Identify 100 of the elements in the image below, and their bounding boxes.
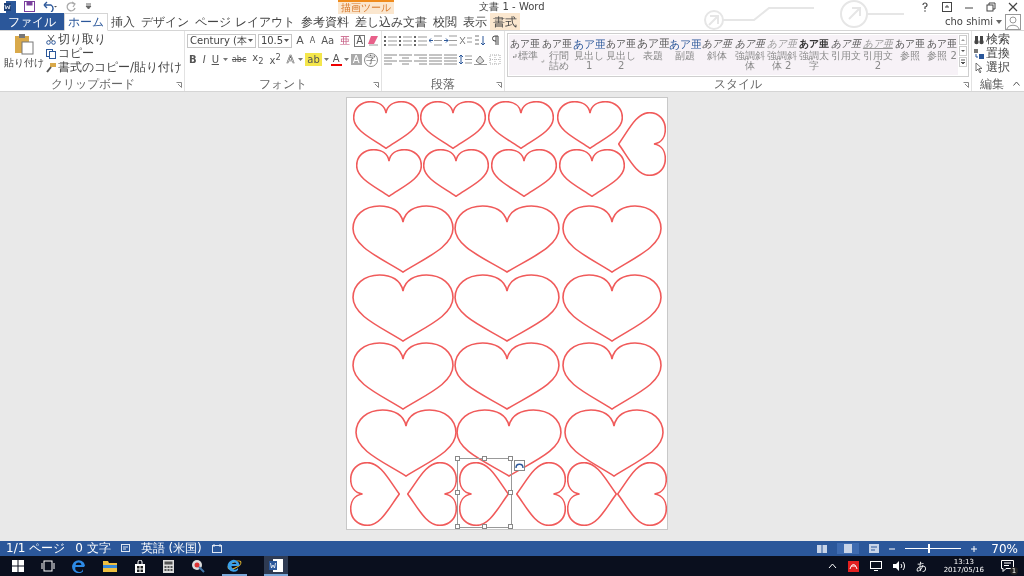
heart-shape[interactable] bbox=[516, 462, 566, 526]
ribbon-tab[interactable]: 差し込み文書 bbox=[351, 13, 430, 30]
heart-shape[interactable] bbox=[456, 409, 562, 477]
ribbon-tab[interactable]: ホーム bbox=[64, 13, 108, 31]
customize-caret-icon[interactable] bbox=[85, 3, 92, 10]
shrink-font-button[interactable]: A bbox=[307, 34, 318, 47]
task-view-icon[interactable] bbox=[41, 560, 55, 572]
highlight-button[interactable]: ab bbox=[305, 53, 322, 66]
font-size-field[interactable]: 10.5 bbox=[257, 33, 293, 48]
ribbon-tab[interactable]: ファイル bbox=[0, 13, 64, 30]
read-mode-icon[interactable] bbox=[817, 544, 828, 553]
script-button[interactable]: x$^{2}$ bbox=[267, 51, 283, 68]
heart-shape[interactable] bbox=[454, 205, 560, 273]
undo-icon[interactable] bbox=[43, 1, 58, 12]
format-painter-button[interactable]: 書式のコピー/貼り付け bbox=[46, 61, 183, 74]
gallery-more-icon[interactable] bbox=[959, 57, 968, 67]
dialog-launcher-icon[interactable] bbox=[373, 82, 379, 88]
bullet-list-icon[interactable] bbox=[384, 35, 397, 46]
ribbon-tab[interactable]: 校閲 bbox=[429, 13, 460, 30]
heart-shape[interactable] bbox=[557, 101, 623, 149]
user-account-button[interactable]: cho shimi bbox=[945, 16, 993, 27]
web-layout-icon[interactable] bbox=[869, 544, 880, 553]
line-spacing-icon[interactable] bbox=[459, 54, 472, 65]
numbered-list-icon[interactable] bbox=[399, 35, 412, 46]
calculator-icon[interactable] bbox=[163, 559, 174, 573]
collapse-ribbon-icon[interactable] bbox=[1013, 81, 1020, 86]
heart-shape[interactable] bbox=[617, 462, 667, 526]
style-item[interactable]: あア亜 強調斜体 bbox=[733, 35, 766, 75]
ribbon-tab[interactable]: 表示 bbox=[459, 13, 490, 30]
style-item[interactable]: あア亜 参照 2 bbox=[926, 35, 959, 75]
ribbon-display-icon[interactable] bbox=[942, 1, 952, 12]
word-count[interactable]: 0 文字 bbox=[75, 540, 111, 557]
grow-font-button[interactable]: A bbox=[294, 34, 306, 47]
underline-button[interactable]: U bbox=[209, 53, 221, 66]
italic-button[interactable]: I bbox=[200, 53, 208, 66]
chevron-up-icon[interactable] bbox=[827, 563, 837, 569]
heart-shape[interactable] bbox=[488, 101, 554, 149]
network-icon[interactable] bbox=[869, 561, 882, 571]
heart-shape[interactable] bbox=[567, 462, 617, 526]
zoom-in-icon[interactable] bbox=[971, 545, 978, 552]
close-icon[interactable] bbox=[1008, 1, 1018, 12]
caret-icon[interactable] bbox=[298, 58, 304, 61]
script-button[interactable]: x$_{2}$ bbox=[250, 51, 266, 68]
ribbon-tab[interactable]: 挿入 bbox=[108, 13, 138, 30]
dialog-launcher-icon[interactable] bbox=[963, 82, 969, 88]
heart-shape[interactable] bbox=[420, 101, 486, 149]
heart-shape[interactable] bbox=[423, 149, 489, 197]
heart-shape[interactable] bbox=[562, 342, 662, 410]
shopping-bag-icon[interactable] bbox=[134, 559, 146, 573]
cut-button[interactable]: 切り取り bbox=[46, 33, 183, 46]
proofing-icon[interactable] bbox=[120, 544, 131, 553]
clear-formatting-icon[interactable] bbox=[367, 35, 379, 46]
find-button[interactable]: 検索 bbox=[974, 33, 1010, 46]
style-item[interactable]: あア亜 見出し 2 bbox=[605, 35, 638, 75]
zoom-level[interactable]: 70% bbox=[991, 541, 1018, 556]
save-icon[interactable] bbox=[24, 1, 35, 12]
change-case-button[interactable]: Aa bbox=[319, 34, 337, 47]
windows-start-icon[interactable] bbox=[12, 560, 24, 572]
heart-shape[interactable] bbox=[562, 274, 662, 342]
ribbon-tab[interactable]: 書式 bbox=[489, 13, 520, 30]
ribbon-tab[interactable]: ページ レイアウト bbox=[192, 13, 298, 30]
style-item[interactable]: あア亜 見出し 1 bbox=[573, 35, 606, 75]
font-name-field[interactable]: Century (本 bbox=[187, 33, 256, 48]
replace-button[interactable]: 置換 bbox=[974, 47, 1010, 60]
heart-shape[interactable] bbox=[356, 149, 422, 197]
dialog-launcher-icon[interactable] bbox=[496, 82, 502, 88]
borders-icon[interactable] bbox=[489, 54, 502, 65]
strikethrough-button[interactable]: abc bbox=[229, 53, 249, 66]
increase-indent-icon[interactable] bbox=[444, 35, 457, 46]
internet-explorer-icon[interactable] bbox=[227, 558, 242, 572]
style-item[interactable]: あア亜 参照 bbox=[893, 35, 926, 75]
heart-shape[interactable] bbox=[353, 101, 419, 149]
style-item[interactable]: あア亜 引用文 bbox=[829, 35, 862, 75]
heart-shape[interactable] bbox=[352, 342, 454, 410]
style-item[interactable]: あア亜 副題 bbox=[669, 35, 702, 75]
pilcrow-icon[interactable] bbox=[489, 35, 502, 46]
asian-layout-icon[interactable] bbox=[459, 35, 472, 46]
bold-button[interactable]: B bbox=[187, 53, 199, 66]
page-count[interactable]: 1/1 ページ bbox=[6, 540, 66, 557]
heart-shape[interactable] bbox=[352, 205, 454, 273]
phonetic-guide-button[interactable]: 亜 bbox=[338, 34, 353, 47]
heart-shape[interactable] bbox=[350, 462, 400, 526]
language-indicator[interactable]: 英語 (米国) bbox=[140, 540, 202, 557]
zoom-out-icon[interactable] bbox=[889, 545, 896, 552]
volume-icon[interactable] bbox=[892, 561, 905, 571]
print-layout-icon[interactable] bbox=[843, 544, 854, 553]
sort-icon[interactable] bbox=[474, 35, 487, 46]
multilevel-list-icon[interactable] bbox=[414, 35, 427, 46]
ribbon-tab[interactable]: デザイン bbox=[138, 13, 192, 30]
notification-icon[interactable] bbox=[1001, 560, 1014, 572]
scroll-up-icon[interactable] bbox=[959, 35, 968, 45]
folder-icon[interactable] bbox=[103, 560, 117, 572]
style-item[interactable]: あア亜 強調太字 bbox=[797, 35, 830, 75]
macro-icon[interactable] bbox=[211, 544, 222, 553]
heart-shape[interactable] bbox=[562, 205, 662, 273]
heart-shape[interactable] bbox=[559, 149, 625, 197]
edge-browser-icon[interactable] bbox=[72, 559, 86, 573]
decrease-indent-icon[interactable] bbox=[429, 35, 442, 46]
character-border-button[interactable]: A bbox=[354, 34, 365, 47]
style-item[interactable]: あア亜 表題 bbox=[637, 35, 670, 75]
